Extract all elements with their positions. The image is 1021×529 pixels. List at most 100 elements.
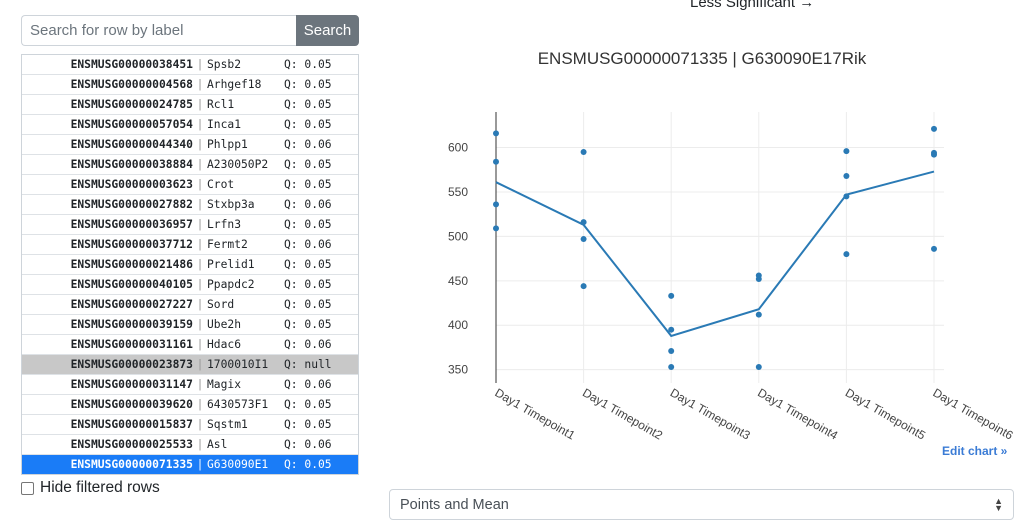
gene-row[interactable]: ENSMUSG00000015837 | Sqstm1 Q: 0.05 [22,415,358,435]
gene-q-value: Q: 0.05 [284,98,332,111]
gene-row[interactable]: ENSMUSG00000027227 | Sord Q: 0.05 [22,295,358,315]
gene-symbol: Sord [207,298,235,311]
display-mode-value: Points and Mean [400,496,509,513]
row-separator: | [196,98,204,111]
gene-row[interactable]: ENSMUSG00000039620 | 6430573F1 Q: 0.05 [22,395,358,415]
search-button[interactable]: Search [296,15,359,46]
y-tick-label: 450 [448,274,468,288]
gene-row[interactable]: ENSMUSG00000003623 | Crot Q: 0.05 [22,175,358,195]
x-tick-label: Day1 Timepoint6 [931,385,1016,442]
row-separator: | [196,138,204,151]
gene-q-value: Q: 0.06 [284,138,332,151]
gene-id: ENSMUSG00000044340 [70,138,193,151]
gene-row[interactable]: ENSMUSG00000044340 | Phlpp1 Q: 0.06 [22,135,358,155]
gene-symbol: Crot [207,178,235,191]
data-point [580,283,587,290]
gene-row[interactable]: ENSMUSG00000031147 | Magix Q: 0.06 [22,375,358,395]
gene-id: ENSMUSG00000071335 [70,458,193,471]
y-tick-label: 600 [448,141,468,155]
search-input[interactable] [21,15,296,46]
row-separator: | [196,438,204,451]
data-point [755,276,762,283]
gene-row[interactable]: ENSMUSG00000038451 | Spsb2 Q: 0.05 [22,55,358,75]
gene-symbol: Ube2h [207,318,242,331]
gene-q-value: Q: 0.05 [284,458,332,471]
row-separator: | [196,178,204,191]
gene-symbol: Asl [207,438,228,451]
gene-row[interactable]: ENSMUSG00000027882 | Stxbp3a Q: 0.06 [22,195,358,215]
gene-symbol: Hdac6 [207,338,242,351]
gene-q-value: Q: 0.05 [284,58,332,71]
gene-row[interactable]: ENSMUSG00000031161 | Hdac6 Q: 0.06 [22,335,358,355]
gene-q-value: Q: 0.05 [284,298,332,311]
x-tick-label: Day1 Timepoint2 [580,385,665,442]
search-bar: Search [21,15,359,46]
gene-row[interactable]: ENSMUSG00000057054 | Inca1 Q: 0.05 [22,115,358,135]
gene-row[interactable]: ENSMUSG00000004568 | Arhgef18 Q: 0.05 [22,75,358,95]
gene-q-value: Q: 0.05 [284,78,332,91]
gene-row[interactable]: ENSMUSG00000040105 | Ppapdc2 Q: 0.05 [22,275,358,295]
row-separator: | [196,158,204,171]
gene-symbol: Ppapdc2 [207,278,255,291]
gene-q-value: Q: 0.06 [284,338,332,351]
gene-symbol: Rcl1 [207,98,235,111]
data-point [931,151,937,158]
row-separator: | [196,78,204,91]
row-separator: | [196,358,204,371]
gene-id: ENSMUSG00000024785 [70,98,193,111]
gene-id: ENSMUSG00000036957 [70,218,193,231]
mean-line [495,170,935,338]
data-point [931,245,937,252]
data-point [668,326,675,333]
gene-row[interactable]: ENSMUSG00000071335 | G630090E1 Q: 0.05 [22,455,358,474]
gene-row[interactable]: ENSMUSG00000037712 | Fermt2 Q: 0.06 [22,235,358,255]
gene-q-value: Q: 0.06 [284,438,332,451]
data-point [843,148,850,155]
row-separator: | [196,338,204,351]
gene-id: ENSMUSG00000038451 [70,58,193,71]
gene-id: ENSMUSG00000021486 [70,258,193,271]
gene-row[interactable]: ENSMUSG00000036957 | Lrfn3 Q: 0.05 [22,215,358,235]
data-point [755,311,762,318]
x-tick-label: Day1 Timepoint1 [493,385,578,442]
gene-row[interactable]: ENSMUSG00000021486 | Prelid1 Q: 0.05 [22,255,358,275]
gene-id: ENSMUSG00000039620 [70,398,193,411]
row-separator: | [196,218,204,231]
data-point [493,201,499,208]
gene-q-value: Q: 0.05 [284,278,332,291]
expression-chart[interactable]: 350400450500550600Day1 Timepoint1 Day1 Ti… [390,100,1021,465]
gene-symbol: Arhgef18 [207,78,262,91]
data-point [668,292,675,299]
gene-symbol: G630090E1 [207,458,269,471]
gene-id: ENSMUSG00000031147 [70,378,193,391]
display-mode-select[interactable]: Points and Mean ▲ ▼ [389,489,1014,520]
row-separator: | [196,258,204,271]
gene-q-value: Q: 0.05 [284,318,332,331]
arrow-right-icon: → [799,0,815,11]
gene-row[interactable]: ENSMUSG00000039159 | Ube2h Q: 0.05 [22,315,358,335]
gene-row[interactable]: ENSMUSG00000038884 | A230050P2 Q: 0.05 [22,155,358,175]
data-point [493,130,499,137]
row-separator: | [196,458,204,471]
y-tick-label: 400 [448,318,468,332]
gene-row[interactable]: ENSMUSG00000025533 | Asl Q: 0.06 [22,435,358,455]
gene-symbol: Sqstm1 [207,418,248,431]
less-significant-link[interactable]: Less Significant → [690,0,814,11]
gene-symbol: 1700010I1 [207,358,269,371]
gene-q-value: Q: 0.05 [284,158,332,171]
gene-row[interactable]: ENSMUSG00000023873 | 1700010I1 Q: null [22,355,358,375]
hide-filtered-checkbox[interactable] [21,481,34,495]
row-separator: | [196,118,204,131]
row-separator: | [196,378,204,391]
gene-row[interactable]: ENSMUSG00000024785 | Rcl1 Q: 0.05 [22,95,358,115]
row-separator: | [196,418,204,431]
hide-filtered-label: Hide filtered rows [40,479,160,496]
edit-chart-link[interactable]: Edit chart » [942,444,1007,458]
gene-id: ENSMUSG00000037712 [70,238,193,251]
row-separator: | [196,298,204,311]
gene-q-value: Q: 0.06 [284,238,332,251]
gene-id: ENSMUSG00000003623 [70,178,193,191]
data-point [843,251,850,258]
hide-filtered-toggle[interactable]: Hide filtered rows [21,479,160,497]
gene-list: ENSMUSG00000038451 | Spsb2 Q: 0.05 ENSMUSG00… [21,54,359,475]
